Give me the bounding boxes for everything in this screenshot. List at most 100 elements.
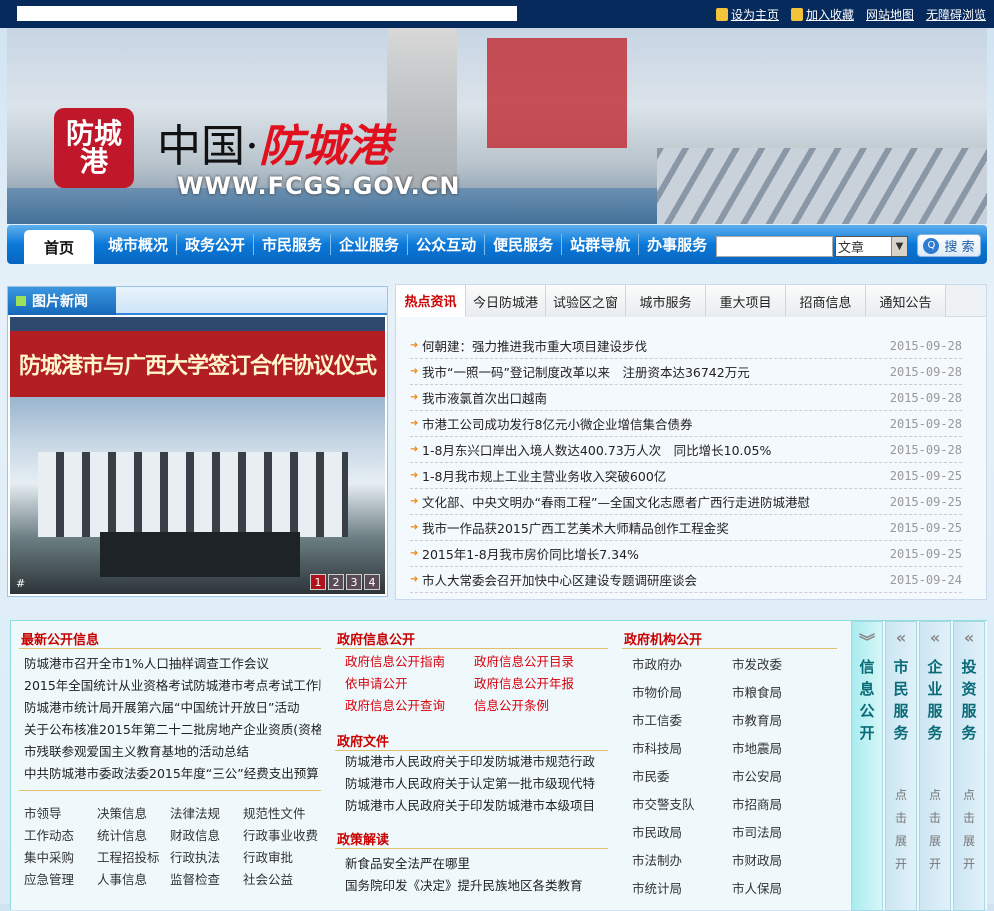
sitemap-link[interactable]: 网站地图 [866,6,914,23]
news-title[interactable]: 2015年1-8月我市房价同比增长7.34% [422,544,890,563]
agency-link[interactable]: 市统计局 [632,875,732,903]
agency-link[interactable]: 市招商局 [732,791,832,819]
agency-link[interactable]: 市科技局 [632,735,732,763]
news-item[interactable]: ➜ 2015年1-8月我市房价同比增长7.34% 2015-09-25 [410,541,962,567]
category-link[interactable]: 应急管理 [24,869,97,891]
photo-news-image[interactable]: 防城港市与广西大学签订合作协议仪式 # 1 2 3 4 [10,317,385,594]
agency-link[interactable]: 市司法局 [732,819,832,847]
agency-link[interactable]: 市交警支队 [632,791,732,819]
latest-info-link[interactable]: 市残联参观爱国主义教育基地的活动总结 [19,741,321,763]
news-item[interactable]: ➜ 1-8月东兴口岸出入境人数达400.73万人次 同比增长10.05% 2015-… [410,437,962,463]
news-tab[interactable]: 热点资讯 [396,285,466,317]
nav-citizen-services[interactable]: 市民服务 [254,234,332,255]
category-link[interactable]: 财政信息 [170,825,243,847]
agency-link[interactable]: 市工信委 [632,707,732,735]
latest-info-link[interactable]: 2015年全国统计从业资格考试防城港市考点考试工作顺 [19,675,321,697]
search-type-select[interactable]: 文章 ▼ [835,236,908,257]
news-item[interactable]: ➜ 我市“一照一码”登记制度改革以来 注册资本达36742万元 2015-09-28 [410,359,962,385]
nav-home[interactable]: 首页 [24,230,94,264]
category-link[interactable]: 市领导 [24,803,97,825]
category-link[interactable]: 集中采购 [24,847,97,869]
photo-page-3[interactable]: 3 [346,574,362,590]
policy-link[interactable]: 国务院印发《决定》提升民族地区各类教育 [340,875,608,897]
news-title[interactable]: 1-8月东兴口岸出入境人数达400.73万人次 同比增长10.05% [422,440,890,459]
news-title[interactable]: 我市“一照一码”登记制度改革以来 注册资本达36742万元 [422,362,890,381]
agency-link[interactable]: 市地震局 [732,735,832,763]
gov-doc-link[interactable]: 防城港市人民政府关于认定第一批市级现代特 [340,773,608,795]
side-tab[interactable]: « 投资服务 点击展开 [953,621,985,911]
news-title[interactable]: 何朝建：强力推进我市重大项目建设步伐 [422,336,890,355]
news-title[interactable]: 我市一作品获2015广西工艺美术大师精品创作工程金奖 [422,518,890,537]
news-tab[interactable]: 通知公告 [866,285,946,317]
news-tab[interactable]: 城市服务 [626,285,706,317]
gov-info-link[interactable]: 依申请公开 [345,673,474,695]
news-title[interactable]: 市港工公司成功发行8亿元小微企业增信集合债券 [422,414,890,433]
agency-link[interactable]: 市民政局 [632,819,732,847]
agency-link[interactable]: 市发改委 [732,651,832,679]
agency-link[interactable]: 市政府办 [632,651,732,679]
gov-doc-link[interactable]: 防城港市人民政府关于印发防城港市规范行政 [340,751,608,773]
latest-info-link[interactable]: 中共防城港市委政法委2015年度“三公”经费支出预算 [19,763,321,785]
news-item[interactable]: ➜ 文化部、中央文明办“春雨工程”—全国文化志愿者广西行走进防城港慰 2015-09… [410,489,962,515]
category-link[interactable]: 监督检查 [170,869,243,891]
nav-gov-affairs[interactable]: 政务公开 [177,234,255,255]
category-link[interactable]: 统计信息 [97,825,170,847]
photo-page-2[interactable]: 2 [328,574,344,590]
category-link[interactable]: 工作动态 [24,825,97,847]
news-title[interactable]: 1-8月我市规上工业主营业务收入突破600亿 [422,466,890,485]
latest-info-link[interactable]: 防城港市统计局开展第六届“中国统计开放日”活动 [19,697,321,719]
accessibility-link[interactable]: 无障碍浏览 [926,6,986,23]
side-tab[interactable]: « 市民服务 点击展开 [885,621,917,911]
category-link[interactable]: 行政执法 [170,847,243,869]
agency-link[interactable]: 市粮食局 [732,679,832,707]
agency-link[interactable]: 市法制办 [632,847,732,875]
nav-site-group[interactable]: 站群导航 [562,234,640,255]
category-link[interactable]: 社会公益 [243,869,323,891]
nav-city-overview[interactable]: 城市概况 [100,234,178,255]
category-link[interactable]: 法律法规 [170,803,243,825]
photo-page-1[interactable]: 1 [310,574,326,590]
nav-business-services[interactable]: 企业服务 [331,234,409,255]
agency-link[interactable]: 市人保局 [732,875,832,903]
category-link[interactable]: 决策信息 [97,803,170,825]
agency-link[interactable]: 市公安局 [732,763,832,791]
news-tab[interactable]: 今日防城港 [466,285,546,317]
photo-link[interactable]: # [16,577,25,590]
nav-public-interaction[interactable]: 公众互动 [408,234,486,255]
search-input[interactable] [716,236,833,257]
news-item[interactable]: ➜ 市人大常委会召开加快中心区建设专题调研座谈会 2015-09-24 [410,567,962,593]
news-item[interactable]: ➜ 1-8月我市规上工业主营业务收入突破600亿 2015-09-25 [410,463,962,489]
agency-link[interactable]: 市民委 [632,763,732,791]
news-title[interactable]: 文化部、中央文明办“春雨工程”—全国文化志愿者广西行走进防城港慰 [422,492,890,511]
news-title[interactable]: 市人大常委会召开加快中心区建设专题调研座谈会 [422,570,890,589]
gov-info-link[interactable]: 政府信息公开指南 [345,651,474,673]
gov-doc-link[interactable]: 防城港市人民政府关于印发防城港市本级项目 [340,795,608,817]
news-item[interactable]: ➜ 我市液氯首次出口越南 2015-09-28 [410,385,962,411]
latest-info-link[interactable]: 关于公布核准2015年第二十二批房地产企业资质(资格) [19,719,321,741]
policy-link[interactable]: 新食品安全法严在哪里 [340,853,608,875]
side-tab[interactable]: ︾ 信息公开 [851,621,883,911]
news-item[interactable]: ➜ 何朝建：强力推进我市重大项目建设步伐 2015-09-28 [410,333,962,359]
news-tab[interactable]: 重大项目 [706,285,786,317]
nav-office-services[interactable]: 办事服务 [639,234,715,255]
nav-convenience[interactable]: 便民服务 [485,234,563,255]
set-homepage-link[interactable]: 设为主页 [715,6,779,23]
agency-link[interactable]: 市教育局 [732,707,832,735]
category-link[interactable]: 行政审批 [243,847,323,869]
category-link[interactable]: 工程招投标 [97,847,170,869]
photo-page-4[interactable]: 4 [364,574,380,590]
search-button[interactable]: Q搜 索 [917,234,981,257]
category-link[interactable]: 行政事业收费 [243,825,323,847]
gov-info-link[interactable]: 政府信息公开目录 [474,651,603,673]
latest-info-link[interactable]: 防城港市召开全市1%人口抽样调查工作会议 [19,653,321,675]
add-favorite-link[interactable]: 加入收藏 [790,6,854,23]
photo-news-tab[interactable]: 图片新闻 [8,287,116,315]
top-search-bar[interactable] [17,6,517,21]
category-link[interactable]: 人事信息 [97,869,170,891]
gov-info-link[interactable]: 政府信息公开年报 [474,673,603,695]
category-link[interactable]: 规范性文件 [243,803,323,825]
news-title[interactable]: 我市液氯首次出口越南 [422,388,890,407]
agency-link[interactable]: 市物价局 [632,679,732,707]
gov-info-link[interactable]: 信息公开条例 [474,695,603,717]
news-item[interactable]: ➜ 市港工公司成功发行8亿元小微企业增信集合债券 2015-09-28 [410,411,962,437]
